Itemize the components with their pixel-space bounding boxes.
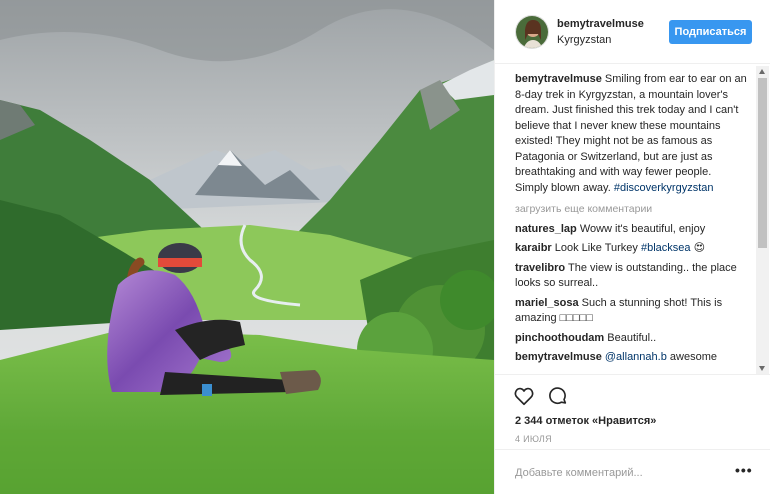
post-actions: 2 344 отметок «Нравится» 4 ИЮЛЯ ••• [495,374,770,494]
add-comment-section: ••• [495,449,770,494]
scrollbar-thumb[interactable] [758,78,767,248]
comment-item: travelibro The view is outstanding.. the… [515,261,747,292]
comment-text: Look Like Turkey [554,242,638,254]
comment-hashtag[interactable]: #blacksea [641,242,691,254]
caption-username[interactable]: bemytravelmuse [515,73,602,85]
comment-username[interactable]: natures_lap [515,223,577,235]
avatar[interactable] [515,15,549,49]
comment-item: bemytravelmuse @allannah.b awesome [515,350,747,366]
comment-username[interactable]: karaibr [515,242,552,254]
comment-mention[interactable]: @allannah.b [605,351,667,363]
post-date: 4 ИЮЛЯ [515,434,552,444]
comment-item: mariel_sosa Such a stunning shot! This i… [515,296,747,327]
post-author-username[interactable]: bemytravelmuse [557,18,644,30]
comment-username[interactable]: pinchoothoudam [515,332,604,344]
comment-item: pinchoothoudam Beautiful.. [515,331,747,347]
comments-list: bemytravelmuse Smiling from ear to ear o… [515,72,747,374]
comment-username[interactable]: mariel_sosa [515,297,579,309]
mountain-valley-image [0,0,494,494]
post-photo[interactable] [0,0,494,494]
comment-emoji: □□□□□ [559,312,593,324]
follow-button[interactable]: Подписаться [669,20,752,44]
comment-item: natures_lap Woww it's beautiful, enjoy [515,222,747,238]
comments-scrollbar[interactable] [756,66,769,374]
caption-text: Smiling from ear to ear on an 8-day trek… [515,73,747,194]
caption-hashtag[interactable]: #discoverkyrgyzstan [614,182,714,194]
post-header: bemytravelmuse Kyrgyzstan Подписаться [495,0,770,64]
comment-icon[interactable] [547,385,569,407]
post-sidebar: bemytravelmuse Kyrgyzstan Подписаться be… [494,0,770,494]
comment-username[interactable]: travelibro [515,262,565,274]
scroll-down-arrow-icon[interactable] [759,366,765,371]
comment-item: karaibr Look Like Turkey #blacksea 😍 [515,241,747,257]
likes-count[interactable]: 2 344 отметок «Нравится» [515,415,656,427]
instagram-post: bemytravelmuse Kyrgyzstan Подписаться be… [0,0,770,494]
comment-emoji: 😍 [693,242,706,254]
caption: bemytravelmuse Smiling from ear to ear o… [515,72,747,196]
scroll-up-arrow-icon[interactable] [759,69,765,74]
comment-text: awesome [669,351,717,363]
add-comment-input[interactable] [515,464,715,482]
load-more-comments-link[interactable]: загрузить еще комментарии [515,202,747,218]
more-options-icon[interactable]: ••• [735,462,753,478]
comment-text: Beautiful.. [607,331,657,344]
comment-text: Woww it's beautiful, enjoy [579,222,706,235]
post-location[interactable]: Kyrgyzstan [557,34,611,46]
heart-icon[interactable] [513,385,535,407]
comment-username[interactable]: bemytravelmuse [515,351,602,363]
